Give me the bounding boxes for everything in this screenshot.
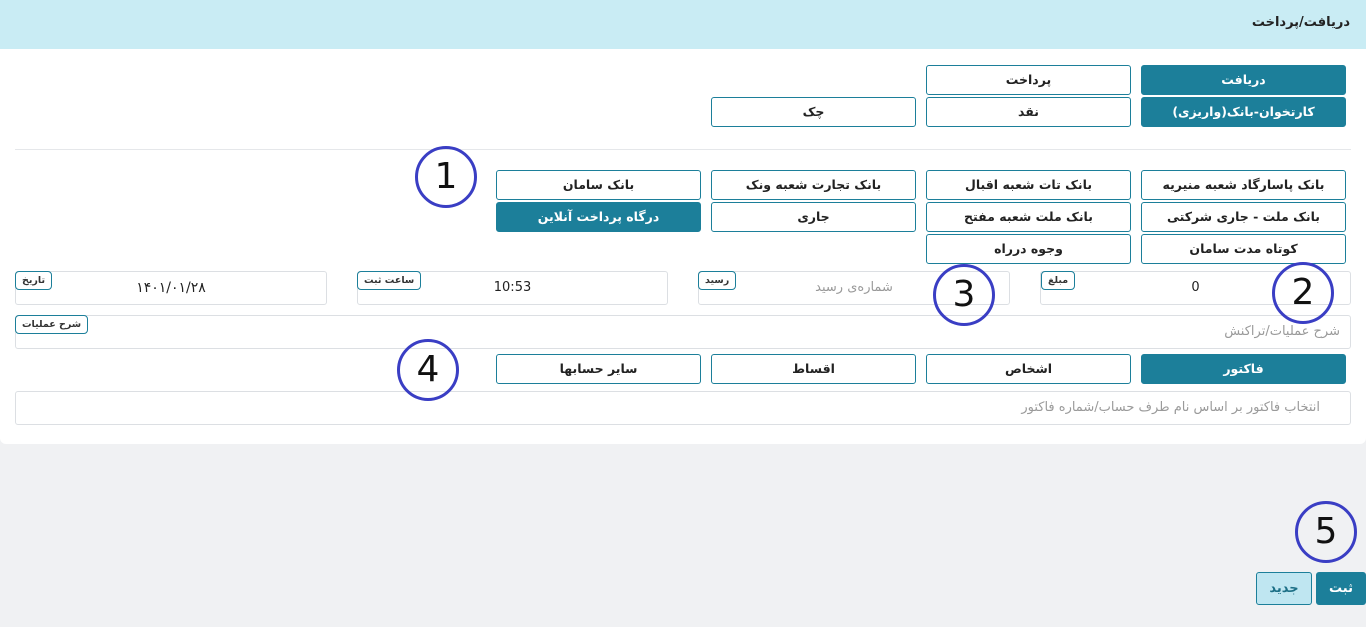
other-accounts-tab[interactable]: سایر حسابها: [496, 354, 701, 384]
date-value: ۱۴۰۱/۰۱/۲۸: [136, 280, 206, 296]
invoice-search-placeholder: انتخاب فاکتور بر اساس نام طرف حساب/شماره…: [1021, 400, 1320, 415]
annotation-marker-4: 4: [397, 339, 459, 401]
bank-option-button[interactable]: بانک ملت شعبه مفتح: [926, 202, 1131, 232]
description-placeholder: شرح عملیات/تراکنش: [1224, 324, 1340, 339]
receipt-label: رسید: [698, 271, 737, 290]
description-field[interactable]: شرح عملیات/تراکنش: [15, 315, 1351, 349]
new-button[interactable]: جدید: [1256, 572, 1312, 605]
submit-button[interactable]: ثبت: [1316, 572, 1366, 605]
bank-option-button[interactable]: بانک سامان: [496, 170, 701, 200]
date-field[interactable]: ۱۴۰۱/۰۱/۲۸: [15, 271, 327, 305]
installments-tab[interactable]: اقساط: [711, 354, 916, 384]
bank-option-button[interactable]: بانک ملت - جاری شرکتی: [1141, 202, 1346, 232]
bank-option-button[interactable]: درگاه پرداخت آنلاین: [496, 202, 701, 232]
receive-toggle-button[interactable]: دریافت: [1141, 65, 1346, 95]
time-label: ساعت ثبت: [357, 271, 422, 290]
bank-option-button[interactable]: بانک تجارت شعبه ونک: [711, 170, 916, 200]
invoice-tab[interactable]: فاکتور: [1141, 354, 1346, 384]
amount-label: مبلغ: [1041, 271, 1076, 290]
bank-option-button[interactable]: بانک تات شعبه اقبال: [926, 170, 1131, 200]
annotation-marker-5: 5: [1295, 501, 1357, 563]
cheque-method-button[interactable]: چک: [711, 97, 916, 127]
persons-tab[interactable]: اشخاص: [926, 354, 1131, 384]
pay-toggle-button[interactable]: پرداخت: [926, 65, 1131, 95]
cash-method-button[interactable]: نقد: [926, 97, 1131, 127]
date-label: تاریخ: [15, 271, 53, 290]
section-divider: [15, 149, 1351, 150]
description-label: شرح عملیات: [15, 315, 89, 334]
annotation-marker-3: 3: [933, 264, 995, 326]
annotation-marker-2: 2: [1272, 262, 1334, 324]
annotation-marker-1: 1: [415, 146, 477, 208]
bank-option-button[interactable]: بانک پاسارگاد شعبه منیریه: [1141, 170, 1346, 200]
invoice-search-input[interactable]: انتخاب فاکتور بر اساس نام طرف حساب/شماره…: [15, 391, 1351, 425]
page-header: دریافت/پرداخت: [0, 0, 1366, 49]
bank-option-button[interactable]: جاری: [711, 202, 916, 232]
page-title: دریافت/پرداخت: [1251, 15, 1350, 30]
card-bank-method-button[interactable]: کارتخوان-بانک(واریزی): [1141, 97, 1346, 127]
bank-option-button[interactable]: وجوه درراه: [926, 234, 1131, 264]
bank-option-button[interactable]: کوتاه مدت سامان: [1141, 234, 1346, 264]
